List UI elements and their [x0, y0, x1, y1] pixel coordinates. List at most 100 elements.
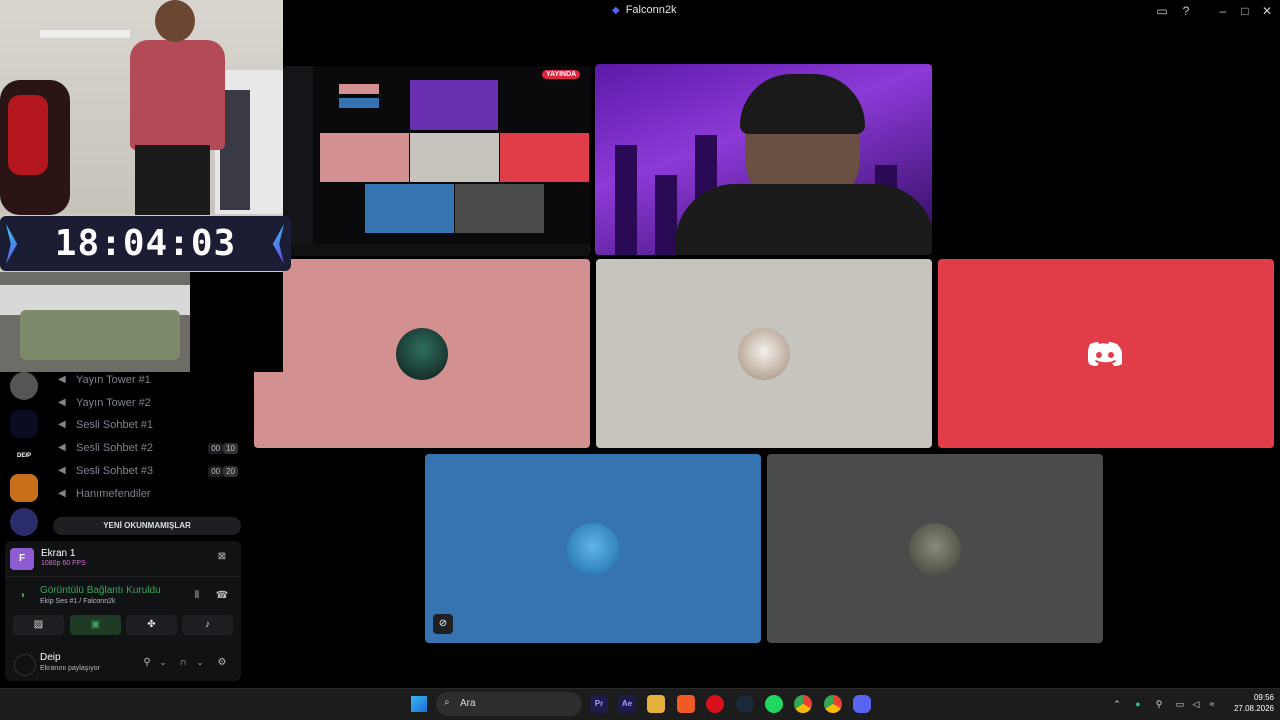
- volume-icon[interactable]: ◁: [1190, 698, 1202, 710]
- connection-status[interactable]: Görüntülü Bağlantı Kuruldu: [40, 585, 161, 596]
- screen-share-title: Ekran 1: [41, 548, 76, 559]
- stream-mini-tile: [320, 133, 409, 182]
- webcam-overlay: [0, 0, 283, 372]
- opera-gx-icon[interactable]: [706, 695, 724, 713]
- screen-share-button[interactable]: ▣: [70, 615, 121, 635]
- channel-name: Yayın Tower #1: [76, 374, 151, 386]
- chevron-down-icon[interactable]: ⌄: [193, 656, 207, 670]
- stream-mini-item: [339, 98, 379, 108]
- server-icon[interactable]: [10, 508, 38, 536]
- windows-start-icon[interactable]: [411, 696, 427, 712]
- webcam-person-shorts: [135, 145, 210, 215]
- stream-mini-tile: [365, 184, 454, 233]
- tray-date[interactable]: 27.08.2026: [1224, 704, 1274, 713]
- channel-name: Sesli Sohbet #2: [76, 442, 154, 454]
- user-avatar: [909, 522, 961, 575]
- speaker-icon: ◀: [58, 397, 66, 408]
- live-badge: YAYINDA: [542, 70, 581, 79]
- stream-taskbar: [283, 244, 591, 256]
- camera-toggle-button[interactable]: ▨: [13, 615, 64, 635]
- channel-item[interactable]: ◀ Yayın Tower #2: [58, 393, 238, 413]
- channel-item[interactable]: ◀ Yayın Tower #1: [58, 370, 238, 390]
- stream-mini-tile: [455, 184, 544, 233]
- tray-display-icon[interactable]: ▭: [1174, 698, 1186, 710]
- server-icon[interactable]: [10, 372, 38, 400]
- taskbar: [0, 688, 1280, 720]
- steam-icon[interactable]: [736, 695, 754, 713]
- tray-mic-icon[interactable]: ⚲: [1153, 698, 1165, 710]
- user-tile-2[interactable]: [596, 259, 932, 448]
- user-count: 00: [208, 442, 224, 454]
- user-count: 00: [208, 465, 224, 477]
- discord-taskbar-icon[interactable]: [853, 695, 871, 713]
- channel-item[interactable]: ◀ Sesli Sohbet #2 00 10: [58, 438, 238, 458]
- user-tile-3[interactable]: [938, 259, 1274, 448]
- clock-time: 18:04:03: [54, 223, 237, 264]
- spotify-icon[interactable]: [765, 695, 783, 713]
- stream-mini-tile: [410, 133, 499, 182]
- stop-stream-icon[interactable]: ⊠: [215, 550, 229, 564]
- screen-avatar: F: [10, 548, 34, 570]
- screen-share-icon: ▣: [90, 619, 101, 630]
- disconnect-icon[interactable]: ☎: [215, 589, 229, 603]
- user-tile-1[interactable]: [254, 259, 590, 448]
- maximize-button[interactable]: □: [1236, 3, 1254, 19]
- user-avatar: [396, 327, 448, 380]
- chevron-down-icon[interactable]: ⌄: [156, 656, 170, 670]
- close-button[interactable]: ✕: [1258, 3, 1276, 19]
- window-title-text: Falconn2k: [625, 4, 677, 16]
- brave-browser-icon[interactable]: [677, 695, 695, 713]
- screen-share-tile[interactable]: [283, 66, 591, 256]
- noise-suppression-icon[interactable]: ⦀: [190, 589, 204, 603]
- inbox-icon[interactable]: ▭: [1153, 3, 1171, 19]
- channel-item[interactable]: ◀ Sesli Sohbet #1: [58, 415, 238, 435]
- user-tile-4[interactable]: ⊘: [425, 454, 761, 643]
- channel-name: Sesli Sohbet #3: [76, 465, 154, 477]
- webcam-person-head: [155, 0, 195, 42]
- city-building: [615, 145, 637, 255]
- channel-name: Yayın Tower #2: [76, 397, 151, 409]
- stream-mini-item: [339, 84, 379, 94]
- signal-icon[interactable]: ◗: [16, 589, 30, 603]
- tray-chevron-up-icon[interactable]: ⌃: [1111, 698, 1123, 710]
- empty-tile: [937, 64, 1274, 255]
- channel-item[interactable]: ◀ Sesli Sohbet #3 00 20: [58, 461, 238, 481]
- microphone-icon[interactable]: ⚲: [140, 656, 154, 670]
- muted-mic-icon: ⊘: [433, 614, 453, 634]
- headset-icon[interactable]: ∩: [176, 656, 190, 670]
- soundboard-icon: ♪: [205, 619, 210, 630]
- camera-tile[interactable]: [595, 64, 932, 255]
- webcam-bed: [20, 310, 180, 360]
- channel-name: Hanımefendiler: [76, 488, 151, 500]
- channel-item[interactable]: ◀ Hanımefendiler: [58, 484, 238, 504]
- user-avatar: [567, 522, 619, 575]
- activities-icon: ✤: [147, 619, 156, 630]
- user-name[interactable]: Deip: [40, 652, 61, 663]
- activities-button[interactable]: ✤: [126, 615, 177, 635]
- after-effects-icon[interactable]: Ae: [618, 695, 636, 713]
- server-icon[interactable]: [10, 474, 38, 502]
- chrome-icon[interactable]: [794, 695, 812, 713]
- minimize-button[interactable]: –: [1214, 3, 1232, 19]
- server-icon[interactable]: [10, 410, 38, 438]
- new-unreads-button[interactable]: YENİ OKUNMAMIŞLAR: [53, 517, 241, 535]
- network-icon[interactable]: ≈: [1206, 698, 1218, 710]
- user-avatar[interactable]: [14, 654, 36, 676]
- tray-app-icon[interactable]: ●: [1132, 698, 1144, 710]
- help-icon[interactable]: ?: [1177, 3, 1195, 19]
- camera-off-icon: ▨: [33, 619, 44, 630]
- settings-gear-icon[interactable]: ⚙: [215, 656, 229, 670]
- server-icon-deip[interactable]: DEIP: [10, 442, 38, 470]
- speaker-icon: ◀: [58, 442, 66, 453]
- tray-time[interactable]: 09:56: [1240, 693, 1274, 702]
- webcam-chair-red: [8, 95, 48, 175]
- file-explorer-icon[interactable]: [647, 695, 665, 713]
- city-building: [655, 175, 677, 255]
- speaker-icon: ◀: [58, 419, 66, 430]
- premiere-pro-icon[interactable]: Pr: [590, 695, 608, 713]
- soundboard-button[interactable]: ♪: [182, 615, 233, 635]
- user-tile-5[interactable]: [767, 454, 1103, 643]
- search-placeholder: Ara: [460, 698, 476, 709]
- taskbar-search[interactable]: Ara: [436, 692, 582, 716]
- chrome-profile-icon[interactable]: [824, 695, 842, 713]
